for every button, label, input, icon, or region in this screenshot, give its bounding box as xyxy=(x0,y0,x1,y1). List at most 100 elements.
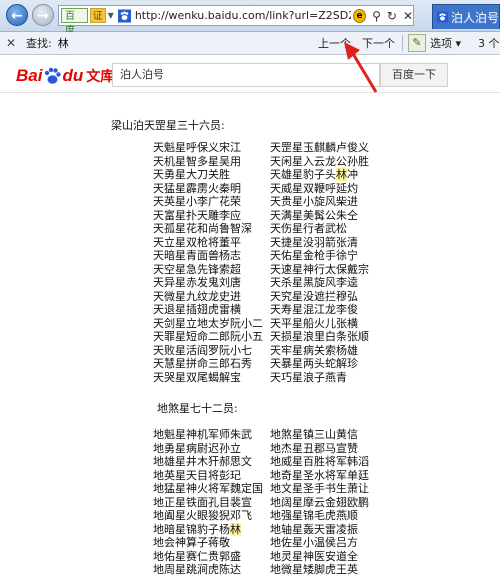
certificate-badge[interactable]: 证 xyxy=(89,8,106,23)
list-item-text: 地阖星火眼狻猊邓飞 xyxy=(153,509,252,522)
list-item-text: 天勇星大刀关胜 xyxy=(153,168,230,181)
list-item: 天究星没遮拦穆弘 xyxy=(270,290,369,304)
list-item: 天猛星霹雳火秦明 xyxy=(153,182,263,196)
list-item: 天富星扑天雕李应 xyxy=(153,209,263,223)
list-item-text: 天究星没遮拦穆弘 xyxy=(270,289,358,303)
tiangang-heading: 梁山泊天罡星三十六员: xyxy=(111,119,225,132)
list-item: 天罡星玉麒麟卢俊义 xyxy=(270,141,369,155)
list-item: 天寿星混江龙李俊 xyxy=(270,303,369,317)
search-icon[interactable]: ⚲ xyxy=(372,9,381,23)
list-item: 地轴星轰天雷凌振 xyxy=(270,523,369,537)
search-button[interactable]: 百度一下 xyxy=(380,63,448,87)
list-item: 地佐星小温侯吕方 xyxy=(270,536,369,550)
list-item: 天牢星病关索杨雄 xyxy=(270,344,369,358)
list-item-text: 天哭星双尾蝎解宝 xyxy=(153,370,241,384)
list-item: 地强星锦毛虎燕顺 xyxy=(270,509,369,523)
list-item-text: 地魁星神机军师朱武 xyxy=(153,428,252,441)
list-item: 地文星圣手书生萧让 xyxy=(270,482,369,496)
site-badge[interactable]: 百度 xyxy=(61,8,88,37)
logo-wenku: 文库 xyxy=(86,69,115,85)
back-button[interactable]: ← xyxy=(6,4,28,26)
list-item-text: 地杰星丑郡马宣赞 xyxy=(270,441,358,455)
find-input[interactable]: 林 xyxy=(58,35,69,51)
list-item: 地阖星火眼狻猊邓飞 xyxy=(153,509,263,523)
list-item: 天孤星花和尚鲁智深 xyxy=(153,222,263,236)
search-input[interactable]: 泊人泊号 xyxy=(112,63,380,87)
find-next-button[interactable]: 下一个 xyxy=(362,35,395,51)
disha-right-column: 地煞星镇三山黄信 地杰星丑郡马宣赞 地威星百胜将军韩滔 地奇星圣水将军单廷 地文星圣手书… xyxy=(270,428,369,577)
list-item-text: 天损星浪里白条张顺 xyxy=(270,330,369,343)
chevron-down-icon[interactable]: ▼ xyxy=(108,11,114,20)
disha-heading: 地煞星七十二员: xyxy=(157,402,238,415)
list-item-text: 地文星圣手书生萧让 xyxy=(270,482,369,495)
list-item: 天威星双鞭呼延灼 xyxy=(270,182,369,196)
list-item: 天退星插翅虎雷横 xyxy=(153,303,263,317)
list-item: 天满星美髯公朱仝 xyxy=(270,209,369,223)
list-item-text: 地佑星赛仁贵郭盛 xyxy=(153,549,241,563)
list-item: 地周星跳涧虎陈达 xyxy=(153,563,263,577)
list-item: 地煞星镇三山黄信 xyxy=(270,428,369,442)
url-text[interactable]: http://wenku.baidu.com/link?url=Z2SD2AGl… xyxy=(135,9,351,22)
list-item-text: 天寿星混江龙李俊 xyxy=(270,303,358,316)
find-options-button[interactable]: 选项 ▾ xyxy=(430,35,461,51)
list-item: 天杀星黑旋风李逵 xyxy=(270,276,369,290)
list-item-text: 地煞星镇三山黄信 xyxy=(270,428,358,441)
list-item: 地雄星井木犴郝思文 xyxy=(153,455,263,469)
list-item: 地正星铁面孔目裴宣 xyxy=(153,496,263,510)
list-item-text: 天满星美髯公朱仝 xyxy=(270,208,358,222)
list-item: 天巧星浪子燕青 xyxy=(270,371,369,385)
list-item: 天哭星双尾蝎解宝 xyxy=(153,371,263,385)
browser-tab[interactable]: 泊人泊号 xyxy=(432,4,500,29)
highlight-pen-icon[interactable]: ✎ xyxy=(408,34,426,52)
list-item-text: 地奇星圣水将军单廷 xyxy=(270,468,369,482)
list-item-text: 天魁星呼保义宋江 xyxy=(153,141,241,154)
list-item: 天贵星小旋风柴进 xyxy=(270,195,369,209)
tab-title: 泊人泊号 xyxy=(450,10,499,25)
match-count: 3 个 xyxy=(478,37,500,50)
baidu-wenku-logo[interactable]: Bai du 文库 xyxy=(16,65,114,87)
list-item-text: 天慧星拼命三郎石秀 xyxy=(153,357,252,370)
list-item: 天异星赤发鬼刘唐 xyxy=(153,276,263,290)
stop-icon[interactable]: ✕ xyxy=(403,9,413,23)
disha-left-column: 地魁星神机军师朱武 地勇星病尉迟孙立 地雄星井木犴郝思文 地英星天目将彭玘 地猛星神火将… xyxy=(153,428,263,577)
find-bar: ✕ 查找: 林 上一个 下一个 ✎ 选项 ▾ 3 个 xyxy=(0,32,500,55)
forward-button[interactable]: → xyxy=(32,4,54,26)
list-item-text: 天速星神行太保戴宗 xyxy=(270,262,369,276)
list-item-text: 地佐星小温侯吕方 xyxy=(270,536,358,549)
list-item: 天闲星入云龙公孙胜 xyxy=(270,155,369,169)
compatibility-view-icon[interactable]: e xyxy=(352,8,367,23)
refresh-icon[interactable]: ↻ xyxy=(387,9,397,23)
list-item: 地微星矮脚虎王英 xyxy=(270,563,369,577)
list-item: 天立星双枪将董平 xyxy=(153,236,263,250)
list-item-text: 天空星急先锋索超 xyxy=(153,262,241,276)
list-item-text: 天雄星豹子头 xyxy=(270,168,336,181)
list-item: 天败星活阎罗阮小七 xyxy=(153,344,263,358)
list-item-text: 地轴星轰天雷凌振 xyxy=(270,522,358,536)
tiangang-right-column: 天罡星玉麒麟卢俊义 天闲星入云龙公孙胜 天雄星豹子头林冲 天威星双鞭呼延灼 天贵星小旋风… xyxy=(270,141,369,384)
tiangang-left-column: 天魁星呼保义宋江 天机星智多星吴用 天勇星大刀关胜 天猛星霹雳火秦明 天英星小李广花荣天… xyxy=(153,141,263,384)
list-item: 天速星神行太保戴宗 xyxy=(270,263,369,277)
find-label: 查找: xyxy=(26,37,52,50)
list-item-text: 地会神算子蒋敬 xyxy=(153,536,230,549)
list-item: 天慧星拼命三郎石秀 xyxy=(153,357,263,371)
search-highlight: 林 xyxy=(230,522,241,536)
baidu-paw-icon xyxy=(437,11,448,23)
list-item: 天空星急先锋索超 xyxy=(153,263,263,277)
list-item: 天捷星没羽箭张清 xyxy=(270,236,369,250)
divider xyxy=(402,35,403,51)
url-field[interactable]: 百度 证 ▼ http://wenku.baidu.com/link?url=Z… xyxy=(58,5,414,37)
list-item-text: 地暗星锦豹子杨 xyxy=(153,522,230,536)
list-item-text: 天威星双鞭呼延灼 xyxy=(270,181,358,195)
list-item-text: 地勇星病尉迟孙立 xyxy=(153,441,241,455)
list-item-text: 天巧星浪子燕青 xyxy=(270,370,347,384)
find-previous-button[interactable]: 上一个 xyxy=(318,35,351,51)
list-item-text: 天伤星行者武松 xyxy=(270,222,347,235)
list-item: 天英星小李广花荣 xyxy=(153,195,263,209)
list-item: 地猛星神火将军魏定国 xyxy=(153,482,263,496)
list-item-text: 天暴星两头蛇解珍 xyxy=(270,357,358,370)
list-item-text: 天罡星玉麒麟卢俊义 xyxy=(270,141,369,154)
list-item: 天机星智多星吴用 xyxy=(153,155,263,169)
close-find-icon[interactable]: ✕ xyxy=(6,36,20,50)
list-item: 地灵星神医安道全 xyxy=(270,550,369,564)
list-item-text: 天孤星花和尚鲁智深 xyxy=(153,222,252,235)
